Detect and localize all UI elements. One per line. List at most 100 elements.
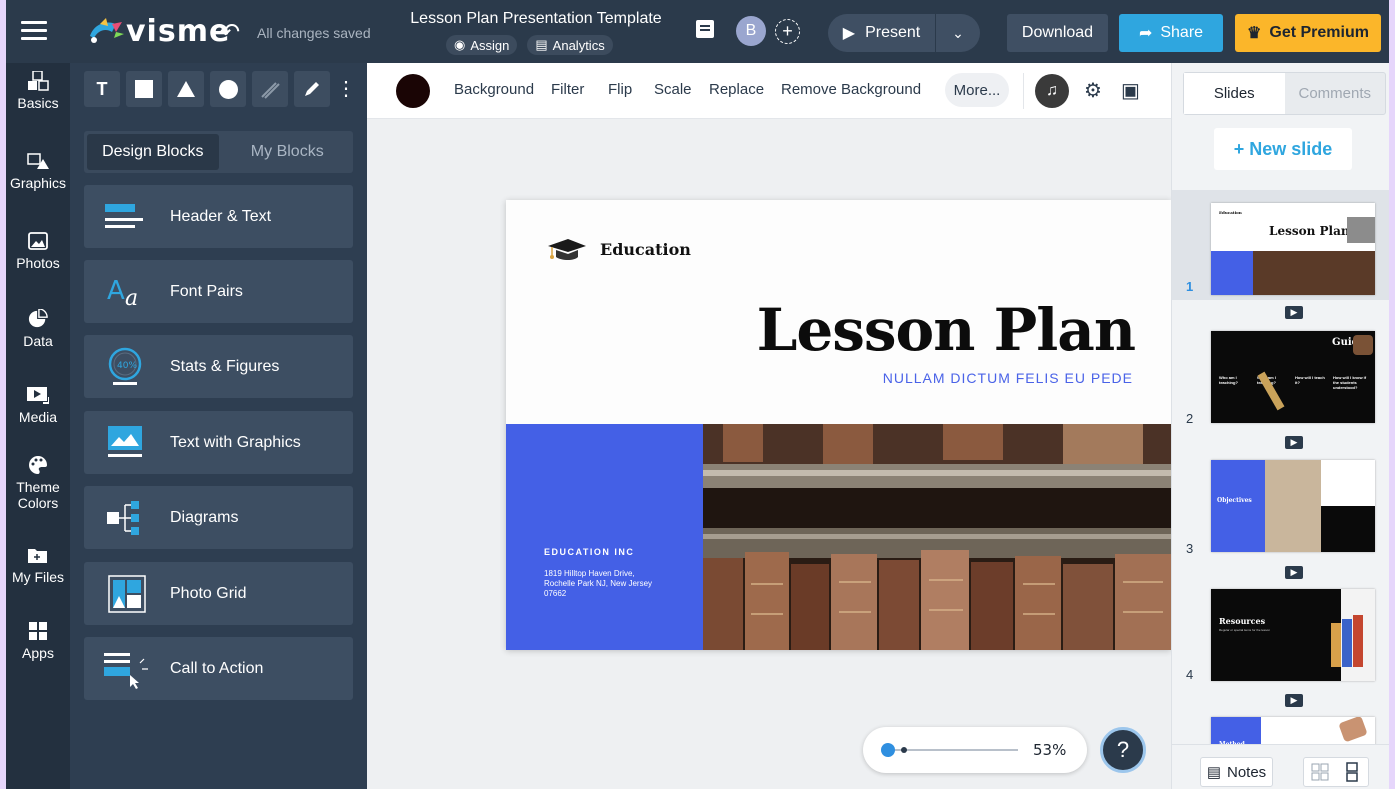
rail-label: Media xyxy=(18,409,58,425)
thumb-photo xyxy=(1347,217,1375,243)
pen-tool-icon[interactable] xyxy=(294,71,330,107)
rail-item-graphics[interactable]: Graphics xyxy=(6,151,70,191)
document-title[interactable]: Lesson Plan Presentation Template xyxy=(406,10,666,28)
tab-my-blocks[interactable]: My Blocks xyxy=(222,131,354,173)
menu-icon[interactable] xyxy=(21,21,47,41)
toolbar-replace[interactable]: Replace xyxy=(709,81,764,98)
comments-icon[interactable] xyxy=(696,20,714,38)
block-photo-grid[interactable]: Photo Grid xyxy=(84,562,353,625)
list-view-icon[interactable] xyxy=(1336,758,1368,786)
toolbar-flip[interactable]: Flip xyxy=(608,81,632,98)
add-audio-icon[interactable]: ♫ xyxy=(1035,74,1069,108)
chevron-down-icon[interactable]: ⌄ xyxy=(936,14,980,52)
slide-title[interactable]: Lesson Plan xyxy=(757,296,1136,364)
slide-canvas[interactable]: Education Lesson Plan NULLAM DICTUM FELI… xyxy=(506,200,1171,650)
company-address[interactable]: 1819 Hilltop Haven Drive, Rochelle Park … xyxy=(544,569,664,599)
rail-item-data[interactable]: Data xyxy=(6,309,70,349)
thumb-hand xyxy=(1353,335,1373,355)
share-label: Share xyxy=(1160,24,1204,41)
notes-button[interactable]: ▤ Notes xyxy=(1200,757,1273,787)
grid-view-icon[interactable] xyxy=(1304,758,1336,786)
slide-thumbnail[interactable]: Guide Who am I teaching? What am I teach… xyxy=(1211,331,1375,423)
photo-icon xyxy=(28,232,48,250)
top-bar: visme ↶ All changes saved Lesson Plan Pr… xyxy=(6,0,1389,63)
slide-thumbnail[interactable]: Objectives xyxy=(1211,460,1375,552)
slide-thumbnail[interactable]: Resources Regular or special items for t… xyxy=(1211,589,1375,681)
thumb-title: Lesson Plan xyxy=(1269,224,1350,238)
zoom-reset-dot[interactable] xyxy=(901,747,907,753)
block-stats-figures[interactable]: 40% Stats & Figures xyxy=(84,335,353,398)
thumb-title: Resources xyxy=(1219,616,1266,626)
rail-item-my-files[interactable]: My Files xyxy=(6,545,70,585)
toolbar-background[interactable]: Background xyxy=(454,81,534,98)
add-collaborator-icon[interactable]: + xyxy=(775,19,800,44)
slide-thumbnail-row[interactable]: 3 Objectives ▶ xyxy=(1172,451,1389,579)
rail-item-media[interactable]: Media xyxy=(6,385,70,425)
rail-item-apps[interactable]: Apps xyxy=(6,621,70,661)
transition-icon[interactable]: ▶ xyxy=(1285,694,1303,707)
ai-image-icon[interactable]: ▣ xyxy=(1121,78,1140,103)
slide-thumbnail-row[interactable]: Method xyxy=(1172,709,1389,749)
analytics-button[interactable]: ▤ Analytics xyxy=(527,35,613,55)
line-tool-icon[interactable] xyxy=(252,71,288,107)
transition-icon[interactable]: ▶ xyxy=(1285,566,1303,579)
circle-tool-icon[interactable] xyxy=(210,71,246,107)
rail-item-theme-colors[interactable]: Theme Colors xyxy=(6,455,70,511)
slide-thumbnail-row[interactable]: 1 Education Lesson Plan ▶ xyxy=(1172,190,1389,319)
zoom-slider-handle[interactable] xyxy=(881,743,895,757)
undo-icon[interactable]: ↶ xyxy=(220,18,240,47)
rectangle-tool-icon[interactable] xyxy=(126,71,162,107)
slide-blue-panel[interactable]: EDUCATION INC 1819 Hilltop Haven Drive, … xyxy=(506,424,703,650)
notes-icon: ▤ xyxy=(1206,764,1221,781)
education-tag[interactable]: Education xyxy=(546,236,691,262)
toolbar-scale[interactable]: Scale xyxy=(654,81,692,98)
save-status: All changes saved xyxy=(257,25,371,41)
block-font-pairs[interactable]: Aa Font Pairs xyxy=(84,260,353,323)
zoom-value: 53% xyxy=(1033,741,1067,759)
new-slide-button[interactable]: + New slide xyxy=(1214,128,1352,170)
settings-gear-icon[interactable]: ⚙ xyxy=(1084,78,1102,103)
more-tools-icon[interactable]: ⋮ xyxy=(336,71,356,113)
visme-logo[interactable]: visme xyxy=(86,14,230,49)
thumb-books-image xyxy=(1253,251,1375,295)
present-button[interactable]: ▶ Present xyxy=(828,14,936,52)
avatar[interactable]: B xyxy=(736,16,766,46)
slide-thumbnail[interactable]: Education Lesson Plan xyxy=(1211,203,1375,295)
assign-button[interactable]: ◉ Assign xyxy=(446,35,518,55)
block-diagrams[interactable]: Diagrams xyxy=(84,486,353,549)
tab-comments[interactable]: Comments xyxy=(1285,73,1386,114)
toolbar-filter[interactable]: Filter xyxy=(551,81,584,98)
transition-icon[interactable]: ▶ xyxy=(1285,306,1303,319)
company-name[interactable]: EDUCATION INC xyxy=(544,547,634,557)
tab-design-blocks[interactable]: Design Blocks xyxy=(87,134,219,170)
block-text-with-graphics[interactable]: Text with Graphics xyxy=(84,411,353,474)
share-button[interactable]: ➦ Share xyxy=(1119,14,1223,52)
rail-label: Graphics xyxy=(9,175,67,191)
slides-panel-tabs: Slides Comments xyxy=(1183,72,1386,115)
block-header-text[interactable]: Header & Text xyxy=(84,185,353,248)
thumb-column: How will I teach it? xyxy=(1295,375,1325,385)
rail-item-basics[interactable]: Basics xyxy=(6,71,70,111)
slide-subtitle[interactable]: NULLAM DICTUM FELIS EU PEDE xyxy=(883,370,1133,386)
block-label: Stats & Figures xyxy=(170,357,280,375)
slide-thumbnail-row[interactable]: 4 Resources Regular or special items for… xyxy=(1172,580,1389,707)
thumb-title: Objectives xyxy=(1217,497,1252,504)
more-button[interactable]: More... xyxy=(945,73,1009,107)
get-premium-button[interactable]: ♛ Get Premium xyxy=(1235,14,1381,52)
thumb-binder xyxy=(1342,619,1352,667)
thumb-dark-block xyxy=(1321,506,1375,552)
triangle-tool-icon[interactable] xyxy=(168,71,204,107)
transition-icon[interactable]: ▶ xyxy=(1285,436,1303,449)
color-swatch[interactable] xyxy=(396,74,430,108)
block-label: Font Pairs xyxy=(170,282,243,300)
rail-item-photos[interactable]: Photos xyxy=(6,231,70,271)
download-button[interactable]: Download xyxy=(1007,14,1108,52)
text-tool-icon[interactable]: T xyxy=(84,71,120,107)
line-shape xyxy=(261,82,280,99)
slide-thumbnail-row[interactable]: 2 Guide Who am I teaching? What am I tea… xyxy=(1172,321,1389,449)
block-call-to-action[interactable]: Call to Action xyxy=(84,637,353,700)
tab-slides[interactable]: Slides xyxy=(1184,73,1285,114)
books-photo[interactable] xyxy=(703,424,1171,650)
help-button[interactable]: ? xyxy=(1100,727,1146,773)
toolbar-remove-background[interactable]: Remove Background xyxy=(781,81,921,98)
